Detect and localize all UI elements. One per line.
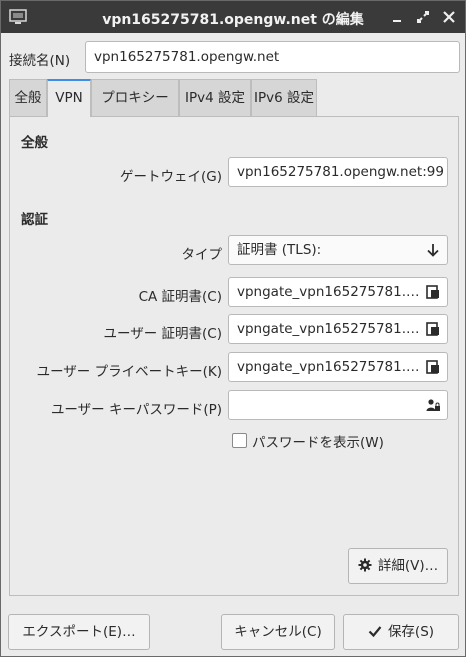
save-button-label: 保存(S) (387, 624, 435, 640)
private-key-value: vpngate_vpn165275781.o… (237, 359, 423, 375)
cancel-button-label: キャンセル(C) (234, 624, 322, 640)
general-heading: 全般 (21, 135, 48, 151)
connection-name-input[interactable]: vpn165275781.opengw.net (85, 41, 460, 73)
maximize-icon[interactable] (415, 9, 431, 25)
private-key-chooser[interactable]: vpngate_vpn165275781.o… (228, 352, 448, 382)
file-chooser-icon[interactable] (426, 322, 440, 336)
tab-proxy[interactable]: プロキシー (91, 79, 179, 116)
tab-ipv6[interactable]: IPv6 設定 (251, 79, 317, 116)
ca-cert-value: vpngate_vpn165275781.o… (237, 284, 423, 300)
checkbox-box[interactable] (232, 433, 247, 448)
edit-connection-window: vpn165275781.opengw.net の編集 接続名(N) vpn16… (0, 0, 466, 657)
gateway-input[interactable]: vpn165275781.opengw.net:995 (228, 157, 448, 187)
vpn-tab-panel: 全般 ゲートウェイ(G) vpn165275781.opengw.net:995… (9, 116, 459, 596)
advanced-button-label: 詳細(V)… (377, 558, 439, 574)
auth-type-value: 証明書 (TLS): (237, 242, 322, 258)
connection-name-value: vpn165275781.opengw.net (94, 49, 280, 65)
auth-heading: 認証 (21, 212, 48, 228)
user-password-icon[interactable] (426, 398, 440, 412)
key-password-input[interactable] (228, 390, 448, 420)
connection-name-label: 接続名(N) (9, 53, 71, 69)
private-key-label: ユーザー プライベートキー(K) (36, 364, 222, 380)
show-password-label: パスワードを表示(W) (252, 435, 384, 451)
auth-type-label: タイプ (181, 247, 223, 263)
user-cert-chooser[interactable]: vpngate_vpn165275781.o… (228, 314, 448, 344)
minimize-icon[interactable] (389, 9, 405, 25)
gateway-label: ゲートウェイ(G) (120, 169, 222, 185)
titlebar: vpn165275781.opengw.net の編集 (1, 1, 465, 33)
close-icon[interactable] (441, 9, 457, 25)
cancel-button[interactable]: キャンセル(C) (221, 614, 335, 650)
tab-ipv4[interactable]: IPv4 設定 (179, 79, 251, 116)
export-button[interactable]: エクスポート(E)… (8, 614, 150, 650)
export-button-label: エクスポート(E)… (22, 624, 136, 640)
tab-vpn[interactable]: VPN (47, 79, 91, 117)
file-chooser-icon[interactable] (426, 360, 440, 374)
arrow-down-icon (427, 244, 439, 257)
file-chooser-icon[interactable] (426, 285, 440, 299)
user-cert-value: vpngate_vpn165275781.o… (237, 321, 423, 337)
tab-general[interactable]: 全般 (9, 79, 47, 116)
gear-icon (358, 558, 372, 572)
auth-type-combo[interactable]: 証明書 (TLS): (228, 235, 448, 265)
ca-cert-chooser[interactable]: vpngate_vpn165275781.o… (228, 277, 448, 307)
advanced-button[interactable]: 詳細(V)… (348, 548, 448, 584)
ca-cert-label: CA 証明書(C) (138, 289, 222, 305)
save-button[interactable]: 保存(S) (343, 614, 459, 650)
checkmark-icon (368, 626, 382, 638)
gateway-value: vpn165275781.opengw.net:995 (237, 164, 443, 180)
user-cert-label: ユーザー 証明書(C) (103, 326, 222, 342)
key-password-label: ユーザー キーパスワード(P) (50, 402, 222, 418)
